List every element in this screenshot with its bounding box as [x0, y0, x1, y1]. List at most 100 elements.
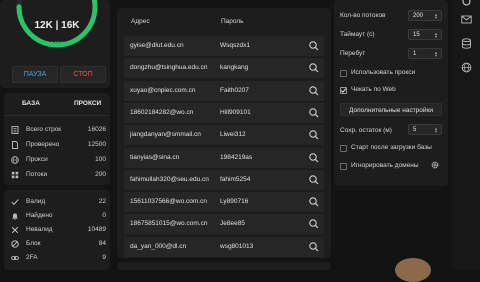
mail-icon[interactable]	[461, 14, 472, 25]
progress-valid-count: 2456	[50, 42, 64, 48]
stat-row-proxy: Прокси 100	[4, 153, 110, 167]
search-icon[interactable]	[304, 148, 324, 168]
tab-database[interactable]: БАЗА	[22, 93, 40, 115]
result-label: 2FA	[26, 254, 38, 261]
password-cell: Hill909101	[220, 108, 251, 116]
address-cell: dongzhu@tsinghua.edu.cn	[130, 64, 208, 72]
stat-label: Потоки	[26, 171, 48, 178]
stat-value: 16026	[87, 126, 106, 133]
stat-label: Прокси	[26, 156, 48, 163]
address-cell: tianyias@sina.cn	[130, 153, 180, 161]
save-rest-input[interactable]: 5 ▲ ▼	[408, 124, 442, 135]
retry-input[interactable]: 1 ▲ ▼	[408, 48, 442, 59]
table-row[interactable]: xuyao@cnpiec.com.cn Faith0207	[124, 80, 324, 101]
password-cell: fahim5254	[220, 175, 251, 183]
password-cell: Liwei312	[220, 131, 246, 139]
stat-row-threads: Потоки 200	[4, 168, 110, 182]
side-rail	[452, 0, 480, 270]
table-row[interactable]: gyise@dlut.edu.cn Wsqszdx1	[124, 36, 324, 56]
stat-row-total: Всего строк 16026	[4, 123, 110, 137]
table-row[interactable]: jiangdanyan@smmail.cn Liwei312	[124, 125, 324, 146]
web-check-checkbox[interactable]	[340, 87, 347, 94]
password-cell: kangkang	[220, 64, 249, 72]
search-icon[interactable]	[304, 103, 324, 123]
search-icon[interactable]	[304, 170, 324, 190]
threads-input[interactable]: 200 ▲ ▼	[408, 10, 442, 21]
address-cell: gyise@dlut.edu.cn	[130, 42, 184, 49]
table-row[interactable]: tianyias@sina.cn 1984219as	[124, 147, 324, 168]
password-cell: wsg801013	[220, 242, 254, 250]
search-icon[interactable]	[304, 125, 324, 145]
check-icon	[11, 198, 19, 206]
start-after-load-label: Старт после загрузки базы	[351, 144, 432, 151]
settings-nav-icon[interactable]	[461, 0, 472, 7]
result-row-invalid: Невалид 10489	[4, 223, 110, 237]
ignore-domains-checkbox[interactable]	[340, 163, 347, 170]
search-icon[interactable]	[304, 192, 324, 212]
result-label: Блок	[26, 240, 41, 247]
bell-icon	[11, 212, 19, 220]
result-row-found: Найдено 0	[4, 209, 110, 223]
table-row[interactable]: 15611037566@wo.com.cn Ly890716	[124, 192, 324, 213]
result-value: 0	[102, 212, 106, 219]
timeout-input[interactable]: 15 ▲ ▼	[408, 29, 442, 40]
web-check-label: Чекать по Web	[351, 86, 396, 93]
spinner-icon[interactable]: ▲ ▼	[434, 51, 438, 58]
search-icon[interactable]	[304, 36, 324, 56]
progress-panel: 12K | 16K 2456 ПАУЗА СТОП	[0, 0, 110, 88]
result-row-valid: Валид 22	[4, 195, 110, 209]
stat-label: Всего строк	[26, 126, 62, 133]
timeout-value: 15	[413, 32, 420, 38]
result-label: Найдено	[26, 212, 53, 219]
password-cell: Wsqszdx1	[220, 42, 250, 49]
stat-value: 200	[95, 171, 106, 178]
globe-nav-icon[interactable]	[461, 62, 472, 73]
settings-panel: Кол-во потоков 200 ▲ ▼ Таймаут (с) 15 ▲ ▼ …	[334, 0, 448, 186]
table-row[interactable]: dongzhu@tsinghua.edu.cn kangkang	[124, 58, 324, 79]
ignore-domains-label: Игнорировать домены	[351, 162, 419, 169]
column-header-password: Пароль	[221, 18, 244, 25]
list-icon	[11, 126, 19, 134]
gear-icon[interactable]	[430, 160, 440, 170]
stat-value: 100	[95, 156, 106, 163]
stat-row-checked: Проверено 12500	[4, 138, 110, 152]
result-value: 10489	[87, 226, 106, 233]
search-icon[interactable]	[304, 81, 324, 101]
address-cell: 18675851015@wo.com.cn	[130, 220, 208, 228]
address-cell: 18602184282@wo.cn	[130, 108, 194, 116]
table-row[interactable]: 18602184282@wo.cn Hill909101	[124, 102, 324, 123]
threads-value: 200	[413, 13, 424, 19]
spinner-icon[interactable]: ▲ ▼	[434, 127, 438, 134]
search-icon[interactable]	[304, 58, 324, 78]
result-value: 84	[98, 240, 106, 247]
retry-value: 1	[413, 51, 417, 57]
link-icon	[11, 254, 19, 262]
search-icon[interactable]	[304, 214, 324, 234]
password-cell: 1984219as	[220, 153, 253, 161]
result-label: Валид	[26, 198, 46, 205]
spinner-icon[interactable]: ▲ ▼	[434, 13, 438, 20]
stop-button[interactable]: СТОП	[60, 66, 106, 83]
stat-value: 12500	[87, 141, 106, 148]
pause-button[interactable]: ПАУЗА	[12, 66, 58, 83]
threads-label: Кол-во потоков	[340, 12, 386, 19]
password-cell: Je8ee85	[220, 220, 245, 228]
stats-tabs: БАЗА ПРОКСИ	[4, 93, 110, 116]
use-proxy-label: Использовать прокси	[351, 69, 416, 76]
spinner-icon[interactable]: ▲ ▼	[434, 32, 438, 39]
table-row[interactable]: 18675851015@wo.com.cn Je8ee85	[124, 214, 324, 235]
start-after-load-checkbox[interactable]	[340, 145, 347, 152]
grid-icon	[11, 171, 19, 179]
avatar	[395, 258, 431, 282]
tab-proxy[interactable]: ПРОКСИ	[74, 93, 101, 115]
address-cell: da_yan_000@dl.cn	[130, 242, 187, 250]
retry-label: Перебут	[340, 50, 366, 57]
search-icon[interactable]	[304, 237, 324, 257]
table-row[interactable]: da_yan_000@dl.cn wsg801013	[124, 236, 324, 257]
database-icon[interactable]	[461, 38, 472, 49]
checkmark-icon	[340, 88, 347, 93]
address-cell: fahimullah320@seu.edu.cn	[130, 175, 209, 183]
advanced-settings-button[interactable]: Дополнительные настройки	[340, 103, 442, 116]
use-proxy-checkbox[interactable]	[340, 70, 347, 77]
table-row[interactable]: fahimullah320@seu.edu.cn fahim5254	[124, 169, 324, 190]
